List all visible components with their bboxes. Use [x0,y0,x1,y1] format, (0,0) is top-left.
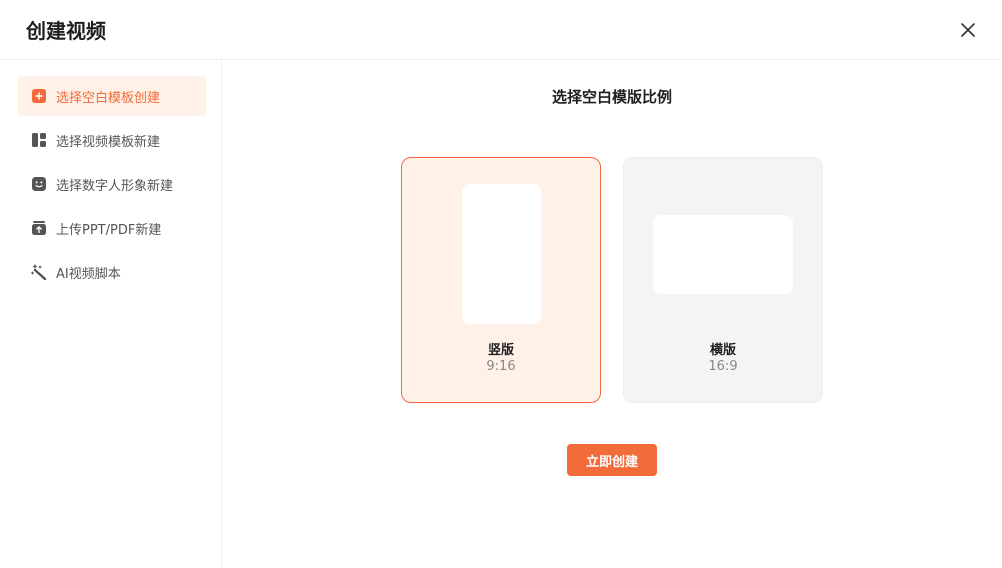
sidebar-item-label: 选择视频模板新建 [56,134,161,150]
sidebar-item-label: 选择空白模板创建 [56,90,161,106]
sidebar-item-label: 上传PPT/PDF新建 [56,222,162,238]
sidebar-item-label: 选择数字人形象新建 [56,178,174,194]
sidebar-item-label: AI视频脚本 [56,266,121,282]
smiley-icon [30,176,47,193]
sidebar-item-ai-script[interactable]: AI视频脚本 [18,252,206,292]
option-label: 横版 [709,343,736,358]
main-heading: 选择空白模版比例 [551,88,672,106]
close-button[interactable] [956,20,980,40]
option-label: 竖版 [487,343,514,358]
option-ratio: 9:16 [486,359,516,374]
portrait-preview [462,184,541,324]
create-now-button[interactable]: 立即创建 [567,444,657,476]
plus-square-icon [30,88,47,105]
dialog-title: 创建视频 [26,19,106,43]
sidebar: 选择空白模板创建 选择视频模板新建 选择数字人形象新建 上传PPT/PDF新建 … [0,60,222,568]
sidebar-item-upload-ppt-pdf[interactable]: 上传PPT/PDF新建 [18,208,206,248]
close-icon [961,23,975,37]
upload-box-icon [30,220,47,237]
landscape-option-card[interactable]: 横版 16:9 [623,157,823,403]
dialog-header: 创建视频 [0,0,1002,60]
layout-icon [30,132,47,149]
landscape-preview [653,215,793,294]
magic-wand-icon [30,264,47,281]
create-video-dialog: 创建视频 选择空白模板创建 选择视频模板新建 选择数字人形象新建 上传PPT/P… [0,0,1002,568]
sidebar-item-digital-human[interactable]: 选择数字人形象新建 [18,164,206,204]
option-ratio: 16:9 [708,359,738,374]
portrait-option-card[interactable]: 竖版 9:16 [401,157,601,403]
sidebar-item-video-template[interactable]: 选择视频模板新建 [18,120,206,160]
sidebar-item-blank-template[interactable]: 选择空白模板创建 [18,76,206,116]
